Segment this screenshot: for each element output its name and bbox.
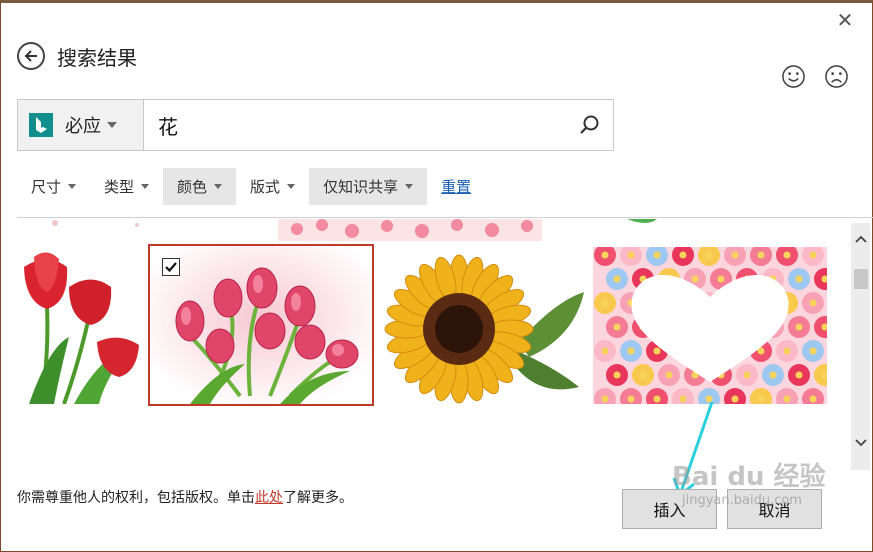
chevron-down-icon <box>287 184 296 189</box>
search-icon[interactable] <box>567 100 613 150</box>
results-grid <box>17 219 847 469</box>
result-item-pink-tulips[interactable] <box>148 244 374 406</box>
chevron-down-icon <box>214 184 223 189</box>
result-image-sunflower[interactable] <box>379 247 585 404</box>
back-arrow-icon[interactable] <box>17 42 45 70</box>
provider-label: 必应 <box>65 116 101 137</box>
filter-creative-commons[interactable]: 仅知识共享 <box>309 168 428 205</box>
dialog-header: 搜索结果 <box>17 40 137 72</box>
scrollbar[interactable] <box>851 223 870 470</box>
smile-face-icon[interactable] <box>781 64 806 89</box>
scroll-down-icon[interactable] <box>851 433 870 453</box>
chevron-down-icon <box>68 184 77 189</box>
scroll-up-icon[interactable] <box>851 229 870 249</box>
insert-button[interactable]: 插入 <box>622 489 717 529</box>
result-image-flower-heart[interactable] <box>593 247 827 404</box>
chevron-down-icon <box>107 122 117 128</box>
filter-type[interactable]: 类型 <box>90 168 163 205</box>
chevron-down-icon <box>141 184 150 189</box>
close-icon[interactable]: ✕ <box>835 10 855 30</box>
copyright-notice: 你需尊重他人的权利，包括版权。单击此处了解更多。 <box>17 490 353 506</box>
result-row-top-partial <box>17 219 657 243</box>
cancel-button[interactable]: 取消 <box>727 489 822 529</box>
dialog-title: 搜索结果 <box>57 45 137 70</box>
scroll-thumb[interactable] <box>854 269 868 289</box>
filter-size[interactable]: 尺寸 <box>17 168 90 205</box>
chevron-down-icon <box>405 184 414 189</box>
reset-link[interactable]: 重置 <box>427 176 485 197</box>
provider-dropdown[interactable]: 必应 <box>18 100 144 150</box>
filter-bar: 尺寸 类型 颜色 版式 仅知识共享 重置 <box>17 168 485 205</box>
learn-more-link[interactable]: 此处 <box>255 490 283 506</box>
search-input[interactable] <box>144 100 567 150</box>
feedback-group <box>781 64 849 89</box>
filter-color[interactable]: 颜色 <box>163 168 237 205</box>
frown-face-icon[interactable] <box>824 64 849 89</box>
bing-logo-icon <box>29 113 53 137</box>
search-bar: 必应 <box>17 99 614 151</box>
result-image-red-tulips[interactable] <box>19 247 145 404</box>
filter-layout[interactable]: 版式 <box>236 168 309 205</box>
result-image-pink-tulips <box>150 246 372 404</box>
divider <box>17 217 873 218</box>
selected-checkbox-icon[interactable] <box>162 258 180 276</box>
